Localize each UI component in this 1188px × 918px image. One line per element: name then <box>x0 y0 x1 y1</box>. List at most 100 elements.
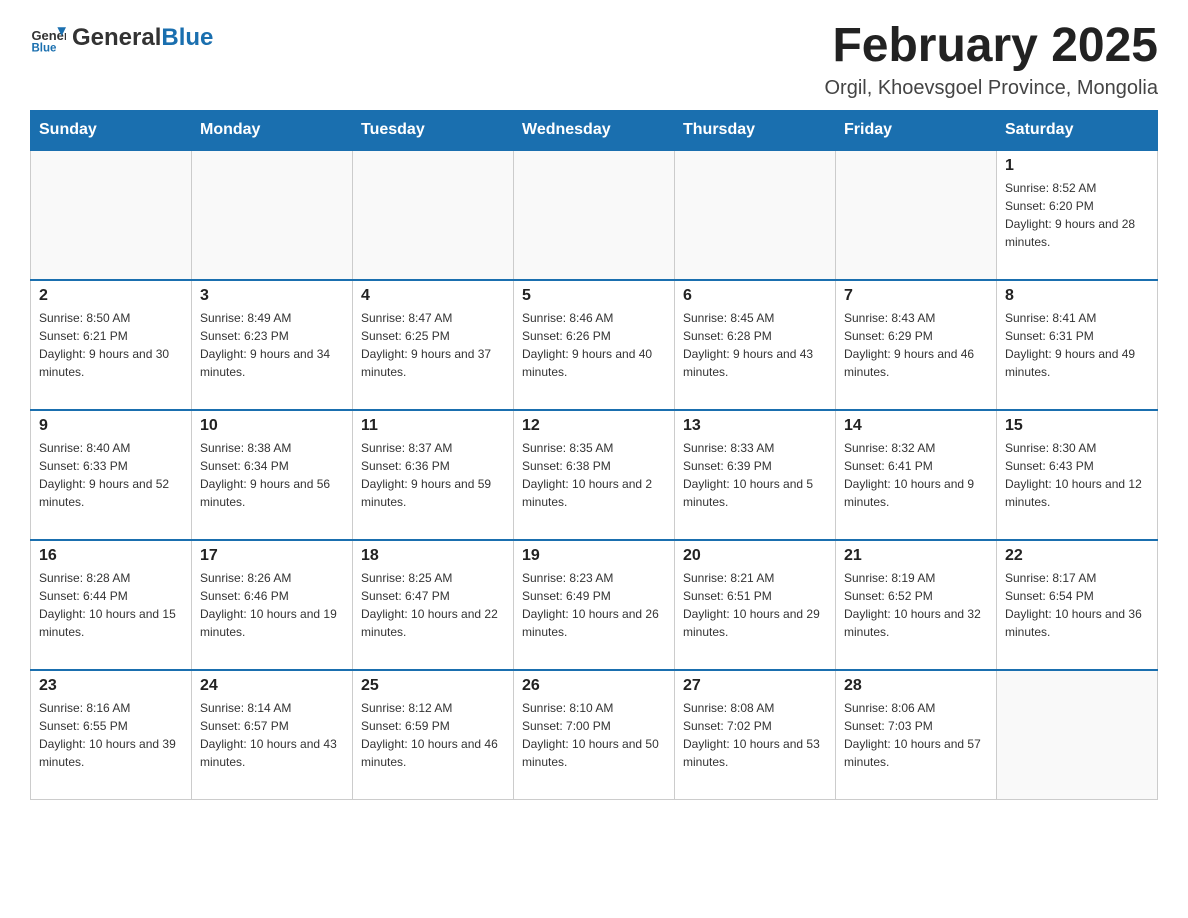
calendar-cell <box>836 150 997 280</box>
day-info: Sunrise: 8:50 AMSunset: 6:21 PMDaylight:… <box>39 309 183 381</box>
header-row: Sunday Monday Tuesday Wednesday Thursday… <box>31 110 1158 150</box>
logo-general-text: General <box>72 24 161 51</box>
week-row-1: 1 Sunrise: 8:52 AMSunset: 6:20 PMDaylight… <box>31 150 1158 280</box>
day-number: 18 <box>361 547 505 565</box>
day-info: Sunrise: 8:40 AMSunset: 6:33 PMDaylight:… <box>39 439 183 511</box>
day-number: 3 <box>200 287 344 305</box>
calendar-cell: 15 Sunrise: 8:30 AMSunset: 6:43 PMDayligh… <box>997 410 1158 540</box>
calendar-cell: 22 Sunrise: 8:17 AMSunset: 6:54 PMDayligh… <box>997 540 1158 670</box>
day-info: Sunrise: 8:47 AMSunset: 6:25 PMDaylight:… <box>361 309 505 381</box>
day-info: Sunrise: 8:25 AMSunset: 6:47 PMDaylight:… <box>361 569 505 641</box>
day-info: Sunrise: 8:06 AMSunset: 7:03 PMDaylight:… <box>844 699 988 771</box>
day-info: Sunrise: 8:37 AMSunset: 6:36 PMDaylight:… <box>361 439 505 511</box>
day-number: 9 <box>39 417 183 435</box>
calendar-cell <box>514 150 675 280</box>
calendar-cell: 19 Sunrise: 8:23 AMSunset: 6:49 PMDayligh… <box>514 540 675 670</box>
day-info: Sunrise: 8:19 AMSunset: 6:52 PMDaylight:… <box>844 569 988 641</box>
calendar-cell: 9 Sunrise: 8:40 AMSunset: 6:33 PMDaylight… <box>31 410 192 540</box>
calendar-cell: 3 Sunrise: 8:49 AMSunset: 6:23 PMDaylight… <box>192 280 353 410</box>
day-number: 1 <box>1005 157 1149 175</box>
day-number: 26 <box>522 677 666 695</box>
day-info: Sunrise: 8:23 AMSunset: 6:49 PMDaylight:… <box>522 569 666 641</box>
calendar-cell: 13 Sunrise: 8:33 AMSunset: 6:39 PMDayligh… <box>675 410 836 540</box>
calendar-cell: 26 Sunrise: 8:10 AMSunset: 7:00 PMDayligh… <box>514 670 675 800</box>
day-number: 8 <box>1005 287 1149 305</box>
calendar-cell: 20 Sunrise: 8:21 AMSunset: 6:51 PMDayligh… <box>675 540 836 670</box>
day-info: Sunrise: 8:43 AMSunset: 6:29 PMDaylight:… <box>844 309 988 381</box>
day-number: 13 <box>683 417 827 435</box>
calendar-cell: 1 Sunrise: 8:52 AMSunset: 6:20 PMDaylight… <box>997 150 1158 280</box>
day-number: 20 <box>683 547 827 565</box>
calendar-cell: 6 Sunrise: 8:45 AMSunset: 6:28 PMDaylight… <box>675 280 836 410</box>
day-number: 2 <box>39 287 183 305</box>
calendar-cell: 16 Sunrise: 8:28 AMSunset: 6:44 PMDayligh… <box>31 540 192 670</box>
calendar-cell: 24Sunrise: 8:14 AMSunset: 6:57 PMDayligh… <box>192 670 353 800</box>
day-info: Sunrise: 8:17 AMSunset: 6:54 PMDaylight:… <box>1005 569 1149 641</box>
title-block: February 2025 Orgil, Khoevsgoel Province… <box>824 20 1158 100</box>
calendar-cell: 2 Sunrise: 8:50 AMSunset: 6:21 PMDaylight… <box>31 280 192 410</box>
day-number: 23 <box>39 677 183 695</box>
col-saturday: Saturday <box>997 110 1158 150</box>
page-header: General Blue General Blue February 2025 O… <box>30 20 1158 100</box>
calendar-cell: 25 Sunrise: 8:12 AMSunset: 6:59 PMDayligh… <box>353 670 514 800</box>
day-info: Sunrise: 8:21 AMSunset: 6:51 PMDaylight:… <box>683 569 827 641</box>
day-info: Sunrise: 8:49 AMSunset: 6:23 PMDaylight:… <box>200 309 344 381</box>
day-number: 6 <box>683 287 827 305</box>
day-number: 10 <box>200 417 344 435</box>
calendar-cell: 5Sunrise: 8:46 AMSunset: 6:26 PMDaylight… <box>514 280 675 410</box>
calendar-cell <box>997 670 1158 800</box>
calendar-subtitle: Orgil, Khoevsgoel Province, Mongolia <box>824 77 1158 100</box>
svg-text:Blue: Blue <box>31 43 57 55</box>
day-info: Sunrise: 8:33 AMSunset: 6:39 PMDaylight:… <box>683 439 827 511</box>
day-number: 17 <box>200 547 344 565</box>
calendar-cell: 8 Sunrise: 8:41 AMSunset: 6:31 PMDaylight… <box>997 280 1158 410</box>
day-number: 25 <box>361 677 505 695</box>
day-info: Sunrise: 8:16 AMSunset: 6:55 PMDaylight:… <box>39 699 183 771</box>
calendar-table: Sunday Monday Tuesday Wednesday Thursday… <box>30 110 1158 801</box>
calendar-cell <box>675 150 836 280</box>
day-number: 12 <box>522 417 666 435</box>
day-info: Sunrise: 8:12 AMSunset: 6:59 PMDaylight:… <box>361 699 505 771</box>
day-number: 16 <box>39 547 183 565</box>
day-number: 27 <box>683 677 827 695</box>
day-info: Sunrise: 8:41 AMSunset: 6:31 PMDaylight:… <box>1005 309 1149 381</box>
day-info: Sunrise: 8:46 AMSunset: 6:26 PMDaylight:… <box>522 309 666 381</box>
day-info: Sunrise: 8:30 AMSunset: 6:43 PMDaylight:… <box>1005 439 1149 511</box>
logo: General Blue General Blue <box>30 20 213 56</box>
calendar-cell: 10 Sunrise: 8:38 AMSunset: 6:34 PMDayligh… <box>192 410 353 540</box>
calendar-cell <box>192 150 353 280</box>
day-info: Sunrise: 8:28 AMSunset: 6:44 PMDaylight:… <box>39 569 183 641</box>
day-info: Sunrise: 8:26 AMSunset: 6:46 PMDaylight:… <box>200 569 344 641</box>
week-row-2: 2 Sunrise: 8:50 AMSunset: 6:21 PMDaylight… <box>31 280 1158 410</box>
day-info: Sunrise: 8:14 AMSunset: 6:57 PMDaylight:… <box>200 699 344 771</box>
col-monday: Monday <box>192 110 353 150</box>
day-number: 4 <box>361 287 505 305</box>
calendar-cell: 27 Sunrise: 8:08 AMSunset: 7:02 PMDayligh… <box>675 670 836 800</box>
day-info: Sunrise: 8:45 AMSunset: 6:28 PMDaylight:… <box>683 309 827 381</box>
calendar-cell: 28Sunrise: 8:06 AMSunset: 7:03 PMDayligh… <box>836 670 997 800</box>
calendar-cell: 11 Sunrise: 8:37 AMSunset: 6:36 PMDayligh… <box>353 410 514 540</box>
day-info: Sunrise: 8:52 AMSunset: 6:20 PMDaylight:… <box>1005 179 1149 251</box>
calendar-cell <box>31 150 192 280</box>
day-number: 21 <box>844 547 988 565</box>
day-number: 22 <box>1005 547 1149 565</box>
calendar-cell <box>353 150 514 280</box>
logo-icon: General Blue <box>30 20 66 56</box>
col-sunday: Sunday <box>31 110 192 150</box>
day-info: Sunrise: 8:38 AMSunset: 6:34 PMDaylight:… <box>200 439 344 511</box>
col-thursday: Thursday <box>675 110 836 150</box>
week-row-4: 16 Sunrise: 8:28 AMSunset: 6:44 PMDayligh… <box>31 540 1158 670</box>
day-number: 15 <box>1005 417 1149 435</box>
day-info: Sunrise: 8:10 AMSunset: 7:00 PMDaylight:… <box>522 699 666 771</box>
calendar-cell: 14Sunrise: 8:32 AMSunset: 6:41 PMDayligh… <box>836 410 997 540</box>
day-number: 7 <box>844 287 988 305</box>
day-info: Sunrise: 8:08 AMSunset: 7:02 PMDaylight:… <box>683 699 827 771</box>
day-number: 19 <box>522 547 666 565</box>
calendar-cell: 4 Sunrise: 8:47 AMSunset: 6:25 PMDaylight… <box>353 280 514 410</box>
calendar-cell: 12 Sunrise: 8:35 AMSunset: 6:38 PMDayligh… <box>514 410 675 540</box>
calendar-cell: 17 Sunrise: 8:26 AMSunset: 6:46 PMDayligh… <box>192 540 353 670</box>
col-wednesday: Wednesday <box>514 110 675 150</box>
day-number: 11 <box>361 417 505 435</box>
calendar-cell: 21 Sunrise: 8:19 AMSunset: 6:52 PMDayligh… <box>836 540 997 670</box>
day-info: Sunrise: 8:35 AMSunset: 6:38 PMDaylight:… <box>522 439 666 511</box>
